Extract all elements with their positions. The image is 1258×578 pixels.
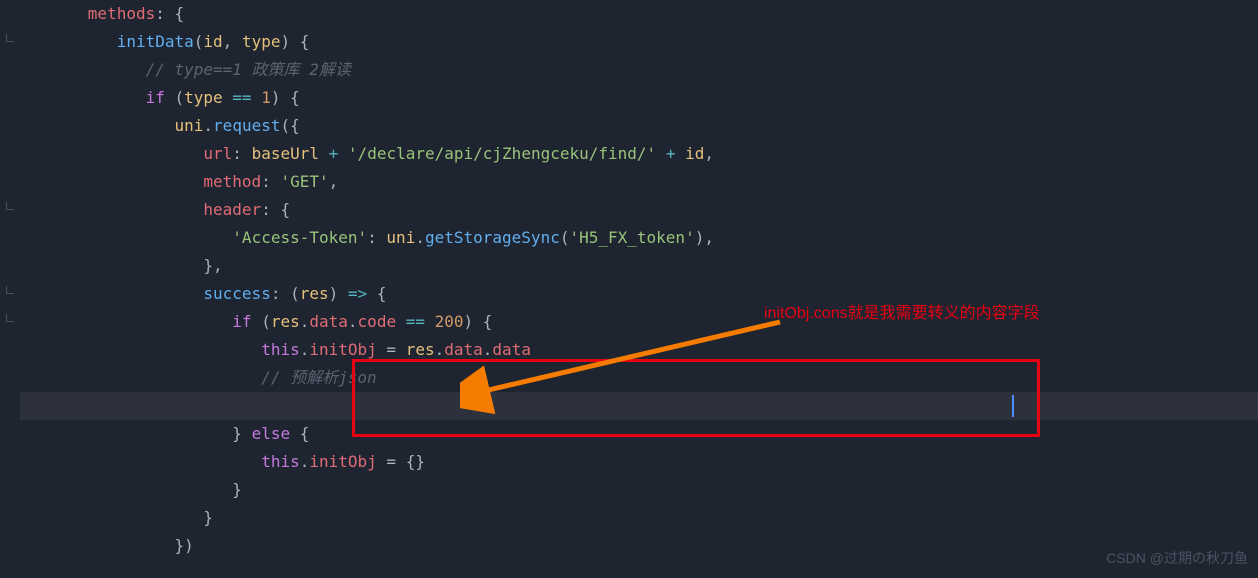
text-cursor: [1012, 395, 1014, 417]
code-editor[interactable]: methods: { initData(id, type) { // type=…: [20, 0, 1258, 560]
watermark: CSDN @过期の秋刀鱼: [1106, 544, 1248, 572]
annotation-text: initObj.cons就是我需要转义的内容字段: [764, 300, 1040, 328]
cursor-line-highlight: [20, 392, 1258, 420]
gutter: [0, 0, 20, 578]
